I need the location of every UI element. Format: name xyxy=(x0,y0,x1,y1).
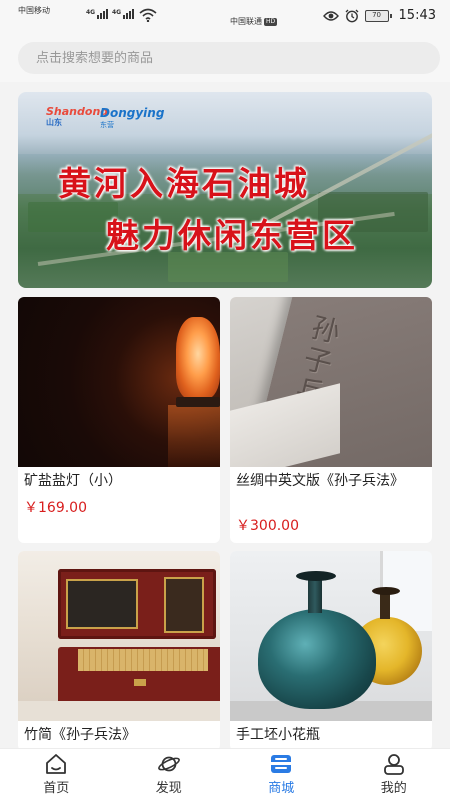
tab-discover-label: 发现 xyxy=(155,781,182,796)
status-right: 70 15:43 xyxy=(322,8,436,23)
search-bar xyxy=(0,34,450,82)
planet-icon xyxy=(157,756,180,772)
tab-home-label: 首页 xyxy=(43,781,70,796)
tab-mall[interactable]: 商城 xyxy=(225,749,338,800)
product-image-bamboo-slips xyxy=(18,551,220,721)
battery-icon: 70 xyxy=(364,9,392,22)
product-card[interactable]: 手工坯小花瓶 xyxy=(230,551,432,751)
product-price: ￥169.00 xyxy=(24,500,87,516)
tab-discover[interactable]: 发现 xyxy=(113,749,226,800)
status-bar: 中国移动 中国联通 HD 4G 4G 70 15:43 xyxy=(0,0,450,34)
shandong-logo-sub: 山东 xyxy=(46,118,62,127)
wifi-icon xyxy=(139,8,157,22)
alarm-icon xyxy=(345,9,358,22)
banner-headline-2: 魅力休闲东营区 xyxy=(106,216,358,255)
shandong-logo: Shandong 山东 xyxy=(46,106,108,128)
product-card[interactable]: 竹简《孙子兵法》 xyxy=(18,551,220,751)
product-name: 竹简《孙子兵法》 xyxy=(24,727,136,743)
home-icon xyxy=(46,754,67,774)
product-card[interactable]: 矿盐盐灯（小） ￥169.00 xyxy=(18,297,220,543)
carrier-2-label: 中国联通 xyxy=(230,17,262,26)
bottom-tab-bar: 首页 发现 商城 我的 xyxy=(0,748,450,800)
tab-home[interactable]: 首页 xyxy=(0,749,113,800)
tab-mall-label: 商城 xyxy=(268,781,295,796)
dongying-logo-sub: 东营 xyxy=(100,121,114,129)
hd-badge: HD xyxy=(264,17,278,26)
search-input[interactable] xyxy=(18,42,440,74)
product-card[interactable]: 孙子兵法 丝绸中英文版《孙子兵法》 ￥300.00 xyxy=(230,297,432,543)
eye-icon xyxy=(322,10,339,21)
product-name: 丝绸中英文版《孙子兵法》 xyxy=(236,473,404,489)
dongying-logo: Dongying 东营 xyxy=(100,106,164,130)
product-price: ￥300.00 xyxy=(236,518,299,534)
tab-mine-label: 我的 xyxy=(380,781,407,796)
product-name: 矿盐盐灯（小） xyxy=(24,473,122,489)
banner-headline-1: 黄河入海石油城 xyxy=(58,164,310,203)
product-name: 手工坯小花瓶 xyxy=(236,727,320,743)
user-icon xyxy=(383,754,404,775)
dongying-logo-text: Dongying xyxy=(100,106,165,120)
mall-icon xyxy=(271,755,292,773)
signal-1-gen: 4G xyxy=(86,9,96,16)
tab-mine[interactable]: 我的 xyxy=(338,749,450,800)
clock: 15:43 xyxy=(398,8,436,23)
product-image-book: 孙子兵法 xyxy=(230,297,432,467)
product-image-salt-lamp xyxy=(18,297,220,467)
promo-banner[interactable]: Shandong 山东 Dongying 东营 黄河入海石油城 魅力休闲东营区 xyxy=(18,92,432,288)
signal-2-gen: 4G xyxy=(112,9,122,16)
product-image-vase xyxy=(230,551,432,721)
signal-1-icon: 4G xyxy=(86,9,109,19)
signal-2-icon: 4G xyxy=(112,9,135,19)
